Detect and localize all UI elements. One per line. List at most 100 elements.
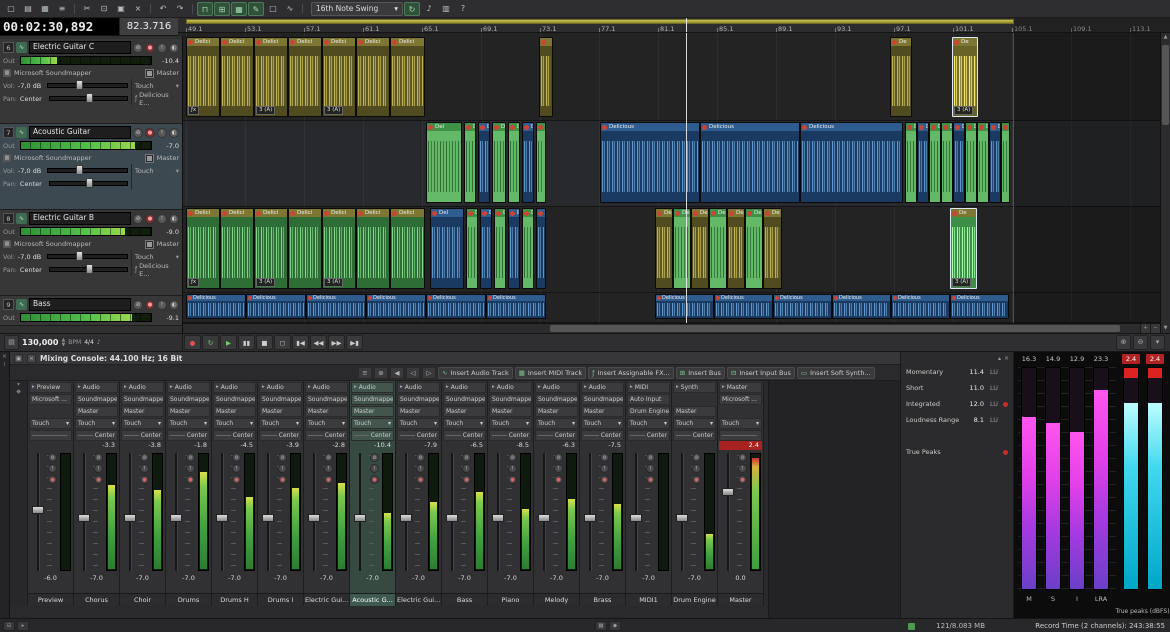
channel-name[interactable]: Choir (120, 593, 165, 606)
record-arm-button[interactable]: ● (738, 475, 747, 484)
audio-clip[interactable] (536, 208, 546, 289)
pan-control[interactable]: Center (489, 430, 532, 441)
channel-input[interactable]: Soundmapper (489, 394, 532, 405)
pan-control[interactable]: Center (167, 430, 210, 441)
audio-clip[interactable]: Delicious (714, 294, 773, 319)
channel-name[interactable]: Electric Gui... (396, 593, 441, 606)
automation-mode-select[interactable]: Touch▾ (167, 418, 210, 429)
channel-input[interactable]: Soundmapper (213, 394, 256, 405)
record-arm-button[interactable]: ● (278, 475, 287, 484)
channel-strip[interactable]: ▸Synth Master Touch▾ Center ⊘ ! (672, 381, 718, 606)
channel-output[interactable]: Master (213, 406, 256, 417)
record-arm-button[interactable]: ● (370, 475, 379, 484)
channel-input[interactable]: Soundmapper (535, 394, 578, 405)
scroll-thumb[interactable] (550, 325, 1120, 332)
audio-clip[interactable]: Delici3 (A) (254, 208, 288, 289)
audio-clip[interactable]: De (464, 122, 476, 203)
automation-mode-select[interactable]: Touch▾ (443, 418, 486, 429)
mute-button[interactable]: ⊘ (600, 453, 609, 462)
channel-output[interactable]: Master (535, 406, 578, 417)
channel-input[interactable]: Soundmapper (167, 394, 210, 405)
volume-fader[interactable] (400, 453, 412, 571)
record-arm-button[interactable]: ● (186, 475, 195, 484)
channel-input[interactable]: Soundmapper (443, 394, 486, 405)
channel-device[interactable]: ▸Preview (29, 382, 72, 393)
audio-clip[interactable]: Delicious (950, 294, 1009, 319)
audio-clip[interactable]: De (466, 208, 478, 289)
audio-clip[interactable]: De (494, 208, 506, 289)
channel-device[interactable]: ▸Audio (351, 382, 394, 393)
channel-device[interactable]: ▸Audio (167, 382, 210, 393)
scroll-up-arrow[interactable]: ▲ (1161, 33, 1170, 42)
pin-icon[interactable]: ▣ (14, 354, 23, 363)
sep[interactable] (74, 4, 75, 14)
channel-input[interactable]: Microsoft ... (29, 394, 72, 405)
cut-icon[interactable]: ✂ (79, 2, 95, 16)
channel-input[interactable]: Soundmapper (305, 394, 348, 405)
close-icon[interactable]: × (27, 354, 36, 363)
audio-clip[interactable] (539, 37, 553, 117)
pan-slider[interactable] (49, 181, 128, 186)
solo-button[interactable]: ! (508, 464, 517, 473)
channel-name[interactable]: Drums (166, 593, 211, 606)
copy-icon[interactable]: ⊡ (96, 2, 112, 16)
audio-clip[interactable] (536, 122, 546, 203)
insert-input-bus-button[interactable]: ⊟Insert Input Bus (727, 367, 795, 379)
audio-clip[interactable]: Delici (288, 37, 322, 117)
undo-icon[interactable]: ↶ (155, 2, 171, 16)
channel-device[interactable]: ▸Audio (259, 382, 302, 393)
audio-clip[interactable]: Delicious (700, 122, 800, 203)
solo-button[interactable]: ! (157, 214, 167, 224)
channel-name[interactable]: Drum Engine (672, 593, 717, 606)
channel-input[interactable]: Microsoft ... (719, 394, 762, 405)
pan-control[interactable]: Center (581, 430, 624, 441)
fx-plugin-chip[interactable]: ƒ (131, 177, 179, 190)
audio-clip[interactable]: De (478, 122, 490, 203)
vertical-scrollbar[interactable]: ▲ ▼ (1160, 33, 1170, 333)
channel-input[interactable]: Auto Input (627, 394, 670, 405)
master-send-checkbox[interactable] (145, 154, 154, 163)
audio-clip[interactable]: Del (430, 208, 464, 289)
solo-button[interactable]: ! (157, 128, 167, 138)
volume-fader[interactable] (722, 453, 734, 571)
channel-name[interactable]: Drums H (212, 593, 257, 606)
mute-button[interactable]: ⊘ (232, 453, 241, 462)
audio-clip[interactable]: De (655, 208, 673, 289)
loop-region-bar[interactable] (186, 19, 1014, 24)
pan-slider[interactable] (49, 96, 128, 101)
insert-assignable-fx-button[interactable]: ƒInsert Assignable FX... (588, 367, 674, 379)
automation-mode-select[interactable]: Touch▾ (627, 418, 670, 429)
audio-clip[interactable]: Delici3 (A) (254, 37, 288, 117)
track-header[interactable]: 9 ∿ Bass ⊘ ● ! ◐ Out -9.1 ▥ (0, 296, 182, 326)
record-arm-button[interactable]: ● (145, 214, 155, 224)
mixer-nav-left-icon[interactable]: ◁ (406, 367, 420, 379)
previous-marker-button[interactable]: ◀◀ (310, 335, 327, 350)
status-midi-icon[interactable]: ▦ (595, 621, 607, 631)
volume-fader[interactable] (124, 453, 136, 571)
mute-button[interactable]: ⊘ (324, 453, 333, 462)
record-arm-button[interactable]: ● (600, 475, 609, 484)
automation-mode-select[interactable]: Touch▾ (121, 418, 164, 429)
mute-button[interactable]: ⊘ (140, 453, 149, 462)
mute-button[interactable]: ⊘ (462, 453, 471, 462)
mute-button[interactable]: ⊘ (646, 453, 655, 462)
audio-clip[interactable]: Delici (220, 37, 254, 117)
audio-clip[interactable]: De (508, 122, 520, 203)
record-arm-button[interactable]: ● (145, 300, 155, 310)
record-arm-button[interactable]: ● (145, 43, 155, 53)
output-bus[interactable]: Microsoft Soundmapper (14, 69, 91, 77)
audio-clip[interactable]: Delici3 (A) (322, 37, 356, 117)
audio-clip[interactable]: Delicious (800, 122, 903, 203)
automation-mode-select[interactable]: Touch▾ (131, 164, 179, 177)
grid-toggle-icon[interactable]: ⊞ (214, 2, 230, 16)
open-project-icon[interactable]: ▤ (20, 2, 36, 16)
channel-strip[interactable]: ▸Audio Soundmapper Master Touch▾ Center … (120, 381, 166, 606)
bpm-value[interactable]: 130,000 (22, 338, 58, 347)
audio-clip[interactable]: Delici (390, 208, 425, 289)
audio-clip[interactable]: De (953, 122, 965, 203)
go-to-start-button[interactable]: ▮◀ (292, 335, 309, 350)
save-project-icon[interactable]: ▦ (37, 2, 53, 16)
channel-output[interactable]: Master (351, 406, 394, 417)
solo-button[interactable]: ! (157, 300, 167, 310)
pan-control[interactable]: Center (443, 430, 486, 441)
